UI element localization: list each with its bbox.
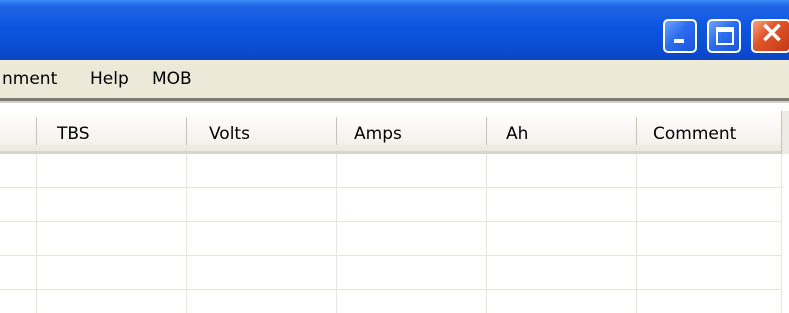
- grid-cell[interactable]: [37, 290, 186, 313]
- column-header-comment[interactable]: Comment: [653, 124, 736, 144]
- menu-item-comment[interactable]: nment: [2, 69, 57, 89]
- column-header-volts[interactable]: Volts: [209, 124, 250, 144]
- maximize-button[interactable]: [707, 19, 741, 53]
- grid-cell[interactable]: [187, 290, 336, 313]
- grid-cell[interactable]: [487, 155, 636, 187]
- column-divider[interactable]: [36, 117, 37, 145]
- grid-cell[interactable]: [337, 290, 486, 313]
- grid-cell[interactable]: [637, 256, 781, 288]
- grid-cell[interactable]: [187, 155, 336, 187]
- grid-cell[interactable]: [487, 222, 636, 254]
- column-header-ah[interactable]: Ah: [506, 124, 528, 144]
- grid-cell[interactable]: [37, 155, 186, 187]
- grid-cell[interactable]: [37, 222, 186, 254]
- column-header-amps[interactable]: Amps: [354, 124, 402, 144]
- column-divider[interactable]: [336, 117, 337, 145]
- header-right-edge: [781, 111, 789, 154]
- grid-cell[interactable]: [637, 222, 781, 254]
- grid-cell[interactable]: [637, 290, 781, 313]
- grid-cell[interactable]: [37, 256, 186, 288]
- toolbar-gap: [0, 103, 789, 111]
- grid-cell[interactable]: [487, 290, 636, 313]
- column-divider[interactable]: [186, 117, 187, 145]
- title-bar[interactable]: ×: [0, 0, 789, 60]
- grid-cell[interactable]: [187, 256, 336, 288]
- maximize-icon: [716, 27, 734, 45]
- column-header-tbs[interactable]: TBS: [57, 124, 90, 144]
- menu-bar: nment Help MOB: [0, 60, 789, 98]
- minimize-icon: [674, 39, 684, 43]
- grid-cell[interactable]: [487, 188, 636, 220]
- minimize-button[interactable]: [663, 19, 697, 53]
- grid-cell[interactable]: [337, 256, 486, 288]
- grid-cell[interactable]: [637, 155, 781, 187]
- menu-item-mob[interactable]: MOB: [152, 69, 192, 89]
- grid-cell[interactable]: [187, 222, 336, 254]
- close-button[interactable]: ×: [751, 15, 789, 53]
- column-divider[interactable]: [636, 117, 637, 145]
- grid-header: TBS Volts Amps Ah Comment: [0, 111, 789, 154]
- menu-item-help[interactable]: Help: [90, 69, 129, 89]
- grid-cell[interactable]: [337, 188, 486, 220]
- column-divider[interactable]: [486, 117, 487, 145]
- grid-cell[interactable]: [337, 155, 486, 187]
- close-icon: ×: [759, 15, 785, 50]
- grid-line: [781, 154, 782, 313]
- grid-cell[interactable]: [637, 188, 781, 220]
- grid-cell[interactable]: [337, 222, 486, 254]
- grid-cell[interactable]: [487, 256, 636, 288]
- grid-cell[interactable]: [187, 188, 336, 220]
- grid-cell[interactable]: [37, 188, 186, 220]
